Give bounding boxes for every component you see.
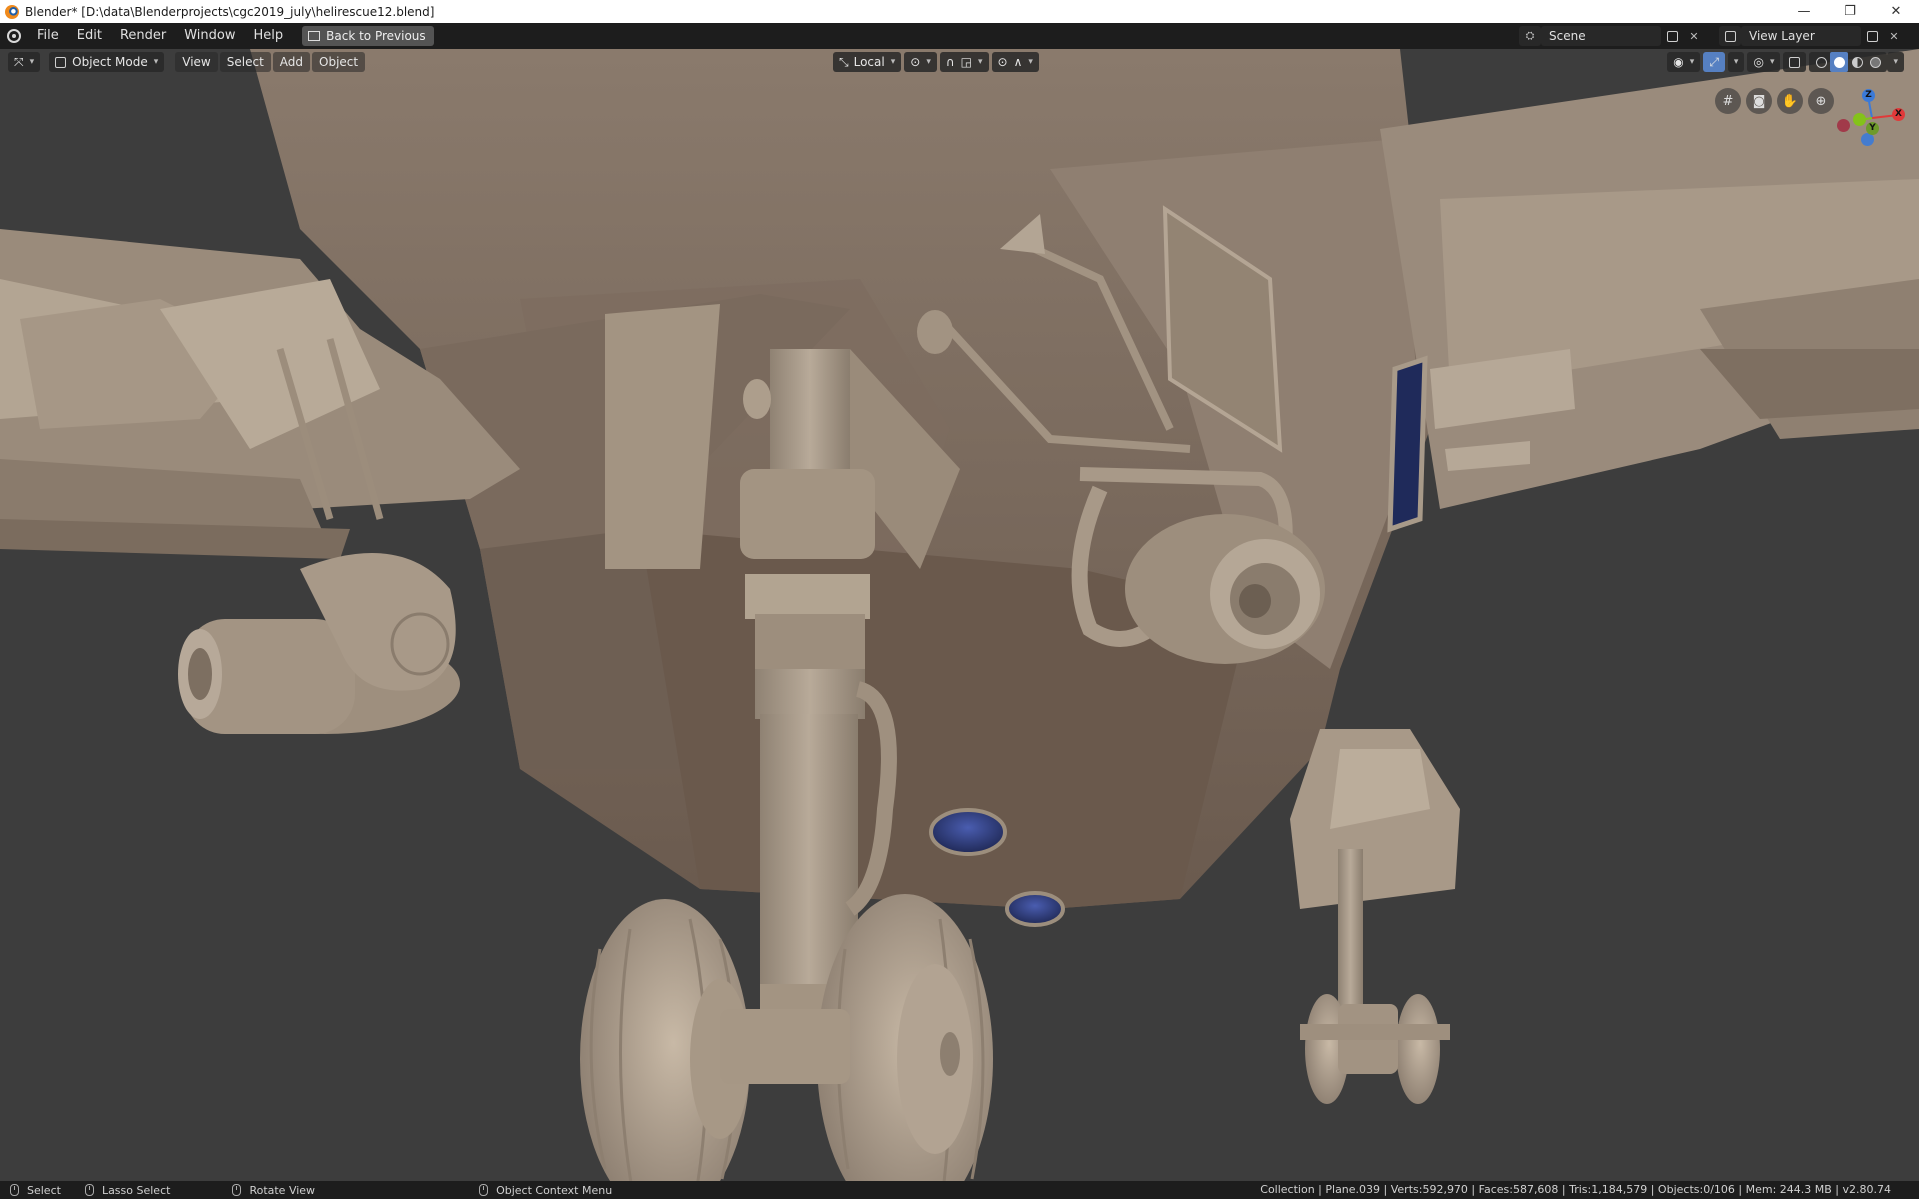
- overlays-icon: ◎: [1753, 55, 1764, 69]
- object-mode-icon: [55, 56, 67, 68]
- wireframe-icon: [1815, 56, 1827, 68]
- scene-statistics: Collection | Plane.039 | Verts:592,970 |…: [1260, 1183, 1891, 1196]
- status-hint-select: Select: [0, 1184, 61, 1197]
- minimize-button[interactable]: —: [1781, 0, 1827, 23]
- menu-help[interactable]: Help: [245, 25, 293, 47]
- wireframe-shading-button[interactable]: [1812, 52, 1830, 72]
- pan-hand-icon[interactable]: ✋: [1777, 88, 1803, 114]
- navigation-tools: # ◙ ✋ ⊕: [1715, 88, 1839, 114]
- solid-icon: [1833, 56, 1845, 68]
- window-titlebar: Blender* [D:\data\Blenderprojects\cgc201…: [0, 0, 1919, 23]
- status-hint-label: Object Context Menu: [496, 1183, 613, 1197]
- gizmo-icon: ⤢: [1709, 54, 1719, 69]
- blender-menu-icon[interactable]: [0, 23, 28, 49]
- shading-options[interactable]: ▾: [1887, 52, 1904, 72]
- scene-selector[interactable]: ⛭ Scene ✕: [1519, 26, 1705, 46]
- axis-neg-y-icon[interactable]: [1853, 113, 1866, 126]
- gizmo-options[interactable]: ▾: [1727, 52, 1745, 72]
- menu-file[interactable]: File: [28, 25, 68, 47]
- delete-scene-icon[interactable]: ✕: [1683, 26, 1705, 46]
- back-to-previous-button[interactable]: Back to Previous: [302, 26, 434, 46]
- helicopter-landing-gear-render: [0, 49, 1919, 1181]
- scene-name-field[interactable]: Scene: [1541, 26, 1661, 46]
- axis-z-icon[interactable]: Z: [1862, 89, 1875, 102]
- middle-mouse-icon: [84, 1184, 94, 1196]
- viewport-menu-object[interactable]: Object: [312, 52, 366, 72]
- axis-x-icon[interactable]: X: [1892, 108, 1905, 121]
- window-controls: — ❐ ✕: [1781, 0, 1919, 23]
- grid-view-icon[interactable]: #: [1715, 88, 1741, 114]
- new-scene-icon[interactable]: [1661, 26, 1683, 46]
- menu-window[interactable]: Window: [175, 25, 244, 47]
- view-layer-name-field[interactable]: View Layer: [1741, 26, 1861, 46]
- blender-app-icon: [5, 4, 19, 19]
- top-bar: File Edit Render Window Help Back to Pre…: [0, 23, 1919, 49]
- xray-toggle[interactable]: [1783, 52, 1807, 72]
- overlays-toggle[interactable]: ◎ ▾: [1747, 52, 1781, 72]
- shading-modes: [1809, 52, 1888, 72]
- window-title: Blender* [D:\data\Blenderprojects\cgc201…: [25, 4, 435, 19]
- view-layer-selector[interactable]: View Layer ✕: [1719, 26, 1905, 46]
- status-bar: Select Lasso Select Rotate View Object C…: [0, 1181, 1919, 1199]
- axis-y-icon[interactable]: Y: [1866, 122, 1879, 135]
- status-hint-context-menu: Object Context Menu: [469, 1184, 612, 1197]
- proportional-icon: ⊙: [997, 55, 1008, 69]
- snap-target-icon: ◲: [960, 55, 972, 69]
- transform-orientation-selector[interactable]: ⤡ Local ▾: [833, 52, 902, 72]
- new-view-layer-icon[interactable]: [1861, 26, 1883, 46]
- orientation-gizmo[interactable]: Z X Y: [1826, 88, 1906, 168]
- axis-neg-x-icon[interactable]: [1837, 119, 1850, 132]
- pivot-icon: ⊙: [910, 55, 921, 69]
- rear-landing-gear: [1290, 729, 1460, 1104]
- solid-shading-button[interactable]: [1830, 52, 1849, 72]
- viewport-header: ⤧ ▾ Object Mode ▾ View Select Add Object …: [0, 49, 1919, 75]
- viewport-menu-add[interactable]: Add: [272, 52, 311, 72]
- falloff-icon: ∧: [1013, 55, 1023, 69]
- orientation-icon: ⤡: [839, 54, 849, 69]
- xray-icon: [1789, 56, 1801, 68]
- material-shading-button[interactable]: [1848, 52, 1866, 72]
- scene-browse-icon[interactable]: ⛭: [1519, 26, 1541, 46]
- material-icon: [1851, 56, 1863, 68]
- rendered-icon: [1869, 56, 1881, 68]
- middle-mouse-icon: [232, 1184, 242, 1196]
- delete-view-layer-icon[interactable]: ✕: [1883, 26, 1905, 46]
- orientation-label: Local: [853, 55, 885, 69]
- camera-view-icon[interactable]: ◙: [1746, 88, 1772, 114]
- mode-selector[interactable]: Object Mode ▾: [49, 52, 165, 72]
- view-layer-browse-icon[interactable]: [1719, 26, 1741, 46]
- gizmo-toggle[interactable]: ⤢: [1703, 52, 1725, 72]
- mode-label: Object Mode: [72, 55, 148, 69]
- close-button[interactable]: ✕: [1873, 0, 1919, 23]
- magnet-icon: ∩: [945, 55, 955, 69]
- status-hint-label: Lasso Select: [101, 1183, 171, 1197]
- status-hint-rotate: Rotate View: [222, 1184, 315, 1197]
- back-to-previous-label: Back to Previous: [326, 29, 426, 43]
- back-icon: [308, 31, 321, 41]
- status-hint-label: Rotate View: [249, 1183, 316, 1197]
- left-mouse-icon: [10, 1184, 19, 1196]
- menu-render[interactable]: Render: [111, 25, 175, 47]
- 3d-viewport[interactable]: [0, 49, 1919, 1181]
- status-hint-label: Select: [27, 1183, 61, 1197]
- menu-edit[interactable]: Edit: [68, 25, 111, 47]
- rendered-shading-button[interactable]: [1866, 52, 1884, 72]
- viewport-menu-select[interactable]: Select: [219, 52, 271, 72]
- proportional-editing-toggle[interactable]: ⊙ ∧ ▾: [991, 52, 1039, 72]
- eye-icon: ◉: [1673, 55, 1684, 69]
- pivot-point-selector[interactable]: ⊙ ▾: [904, 52, 937, 72]
- status-hint-lasso: Lasso Select: [75, 1183, 171, 1197]
- visibility-selector[interactable]: ◉ ▾: [1667, 52, 1701, 72]
- editor-type-icon: ⤧: [14, 54, 24, 69]
- right-mouse-icon: [479, 1184, 489, 1196]
- editor-type-selector[interactable]: ⤧ ▾: [8, 52, 41, 72]
- restore-button[interactable]: ❐: [1827, 0, 1873, 23]
- snap-toggle[interactable]: ∩ ◲ ▾: [939, 52, 989, 72]
- viewport-menu-view[interactable]: View: [175, 52, 218, 72]
